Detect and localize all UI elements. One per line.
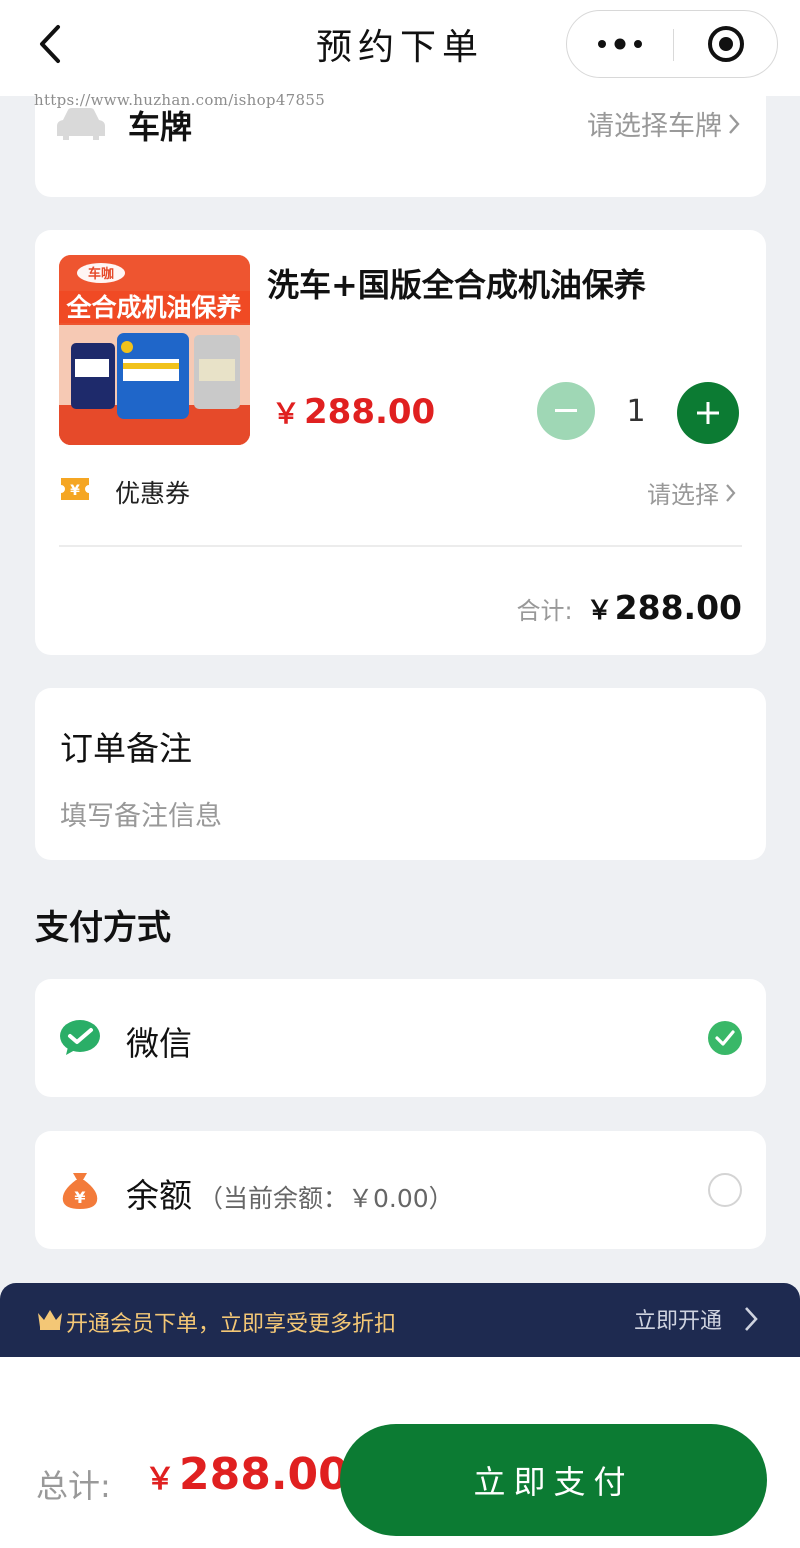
wechat-pay-label: 微信: [126, 1024, 192, 1063]
more-icon[interactable]: [567, 11, 672, 77]
product-image: 车咖 全合成机油保养: [59, 255, 250, 445]
current-balance-text: （当前余额：￥0.00）: [198, 1184, 454, 1213]
product-card: 车咖 全合成机油保养 洗车+国版全合成机油保养 ￥ 288.00 1 ¥ 优惠券 …: [35, 230, 766, 655]
increase-quantity-button[interactable]: [677, 382, 739, 444]
subtotal-currency: ￥: [586, 596, 613, 626]
wechat-pay-icon: [59, 1017, 101, 1059]
divider: [59, 545, 742, 547]
decrease-quantity-button[interactable]: [537, 382, 595, 440]
image-banner-text: 全合成机油保养: [65, 293, 241, 322]
subtotal-value: ￥288.00: [587, 588, 742, 627]
chevron-right-icon: [729, 113, 740, 134]
member-promo-text: 开通会员下单，立即享受更多折扣: [66, 1312, 397, 1337]
product-price: ￥ 288.00: [272, 392, 435, 432]
minus-icon: [555, 409, 577, 412]
nav-bar: 预约下单: [0, 0, 800, 96]
checked-radio-icon[interactable]: [708, 1021, 742, 1055]
open-membership-text: 立即开通: [633, 1309, 722, 1334]
product-name: 洗车+国版全合成机油保养: [267, 266, 646, 304]
payment-option-wechat[interactable]: 微信: [35, 979, 766, 1097]
crown-icon: [36, 1307, 64, 1331]
select-plate-link[interactable]: 请选择车牌: [587, 104, 740, 143]
total-currency: ￥: [145, 1462, 175, 1497]
watermark: https://www.huzhan.com/ishop47855: [34, 91, 326, 109]
subtotal-amount: 288.00: [614, 588, 742, 627]
select-coupon-link[interactable]: 请选择: [647, 475, 736, 510]
subtotal: 合计: ￥288.00: [517, 588, 742, 627]
open-membership-link[interactable]: 立即开通: [634, 1303, 758, 1335]
coupon-label: 优惠券: [115, 479, 191, 508]
car-icon: [55, 106, 107, 142]
pay-now-button[interactable]: 立即支付: [340, 1424, 767, 1536]
order-notes-card: 订单备注: [35, 688, 766, 860]
chevron-right-icon: [726, 483, 736, 502]
product-price-currency: ￥: [272, 397, 301, 430]
balance-pay-title: 余额: [126, 1176, 192, 1215]
quantity-value: 1: [626, 394, 646, 429]
total-label: 总计:: [36, 1467, 111, 1505]
balance-pay-label: 余额 （当前余额：￥0.00）: [126, 1169, 454, 1217]
payment-option-balance[interactable]: ¥ 余额 （当前余额：￥0.00）: [35, 1131, 766, 1249]
coupon-icon: ¥: [59, 476, 91, 502]
order-notes-title: 订单备注: [60, 729, 192, 768]
total-value: ￥288.00: [145, 1449, 349, 1500]
order-notes-input[interactable]: [60, 796, 740, 836]
unchecked-radio-icon[interactable]: [708, 1173, 742, 1207]
mini-program-capsule: [566, 10, 778, 78]
svg-text:¥: ¥: [74, 1188, 85, 1207]
member-banner[interactable]: 开通会员下单，立即享受更多折扣 立即开通: [0, 1283, 800, 1357]
image-brand-text: 车咖: [88, 266, 114, 282]
plus-icon: [697, 402, 719, 424]
total-amount: 288.00: [179, 1449, 349, 1500]
product-price-value: 288.00: [304, 392, 436, 432]
svg-text:¥: ¥: [70, 483, 80, 499]
subtotal-label: 合计:: [516, 597, 573, 625]
checkout-bar: 总计: ￥288.00 立即支付: [0, 1357, 800, 1548]
select-coupon-text: 请选择: [647, 481, 719, 509]
close-miniprogram-icon[interactable]: [674, 11, 778, 77]
chevron-right-icon: [745, 1307, 758, 1331]
select-plate-text: 请选择车牌: [587, 111, 722, 142]
payment-method-title: 支付方式: [35, 908, 171, 948]
money-bag-icon: ¥: [59, 1169, 101, 1211]
